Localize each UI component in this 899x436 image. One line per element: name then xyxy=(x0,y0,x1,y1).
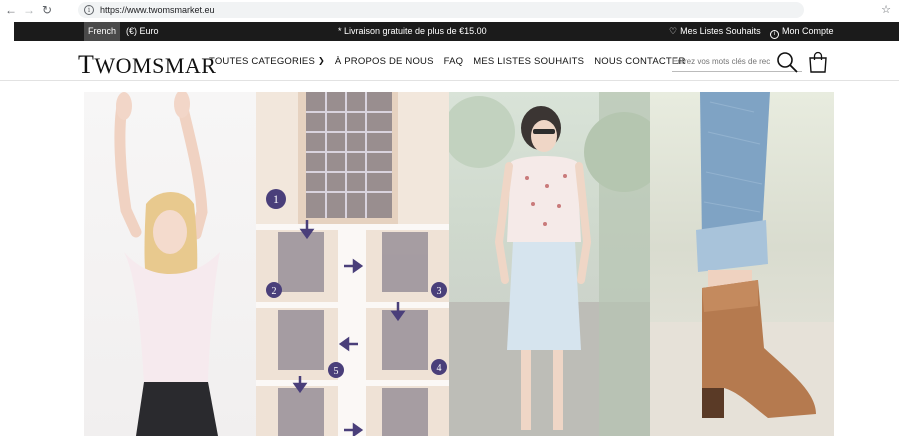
account-icon: i xyxy=(770,30,779,39)
account-link[interactable]: i Mon Compte xyxy=(770,22,834,41)
account-label: Mon Compte xyxy=(782,26,834,36)
step-badge-5: 5 xyxy=(334,366,339,377)
main-navigation: TOUTES CATEGORIES ❯ À PROPOS DE NOUS FAQ … xyxy=(209,41,696,81)
currency-selector[interactable]: (€) Euro xyxy=(126,22,159,41)
hero-image-street-style xyxy=(449,92,650,436)
hero-image-shirt-tutorial: 1 2 3 4 5 xyxy=(256,92,449,436)
language-selector[interactable]: French xyxy=(84,22,121,41)
site-header: TWOMSMAR TOUTES CATEGORIES ❯ À PROPOS DE … xyxy=(0,41,899,81)
wishlist-link[interactable]: ♡ Mes Listes Souhaits xyxy=(669,22,761,41)
nav-all-categories[interactable]: TOUTES CATEGORIES ❯ xyxy=(209,56,325,67)
site-logo[interactable]: TWOMSMAR xyxy=(78,50,216,80)
nav-faq[interactable]: FAQ xyxy=(444,56,464,67)
back-arrow-icon[interactable]: ← xyxy=(2,0,20,20)
heart-icon: ♡ xyxy=(669,26,678,36)
hero-image-woman-arms-raised xyxy=(84,92,256,436)
hero-image-ankle-boot xyxy=(650,92,834,436)
url-text: https://www.twomsmarket.eu xyxy=(100,5,215,15)
nav-wishlists[interactable]: MES LISTES SOUHAITS xyxy=(473,56,584,67)
search-icon[interactable] xyxy=(776,51,798,73)
announcement-bar: French (€) Euro * Livraison gratuite de … xyxy=(14,22,899,41)
step-badge-4: 4 xyxy=(437,363,442,374)
wishlist-label: Mes Listes Souhaits xyxy=(680,26,761,36)
step-badge-3: 3 xyxy=(437,286,442,297)
free-shipping-promo: * Livraison gratuite de plus de €15.00 xyxy=(338,26,487,36)
nav-about-us[interactable]: À PROPOS DE NOUS xyxy=(335,56,434,67)
step-badge-2: 2 xyxy=(272,286,277,297)
step-badge-1: 1 xyxy=(273,192,279,206)
bookmark-star-icon[interactable]: ☆ xyxy=(881,3,891,16)
address-bar[interactable]: i https://www.twomsmarket.eu xyxy=(78,2,804,18)
reload-icon[interactable]: ↻ xyxy=(38,0,56,20)
hero-banner[interactable]: 1 2 3 4 5 xyxy=(84,92,834,436)
shopping-bag-icon[interactable] xyxy=(808,51,828,73)
forward-arrow-icon[interactable]: → xyxy=(20,0,38,20)
chevron-down-icon: ❯ xyxy=(317,55,325,65)
browser-toolbar: ← → ↻ i https://www.twomsmarket.eu ☆ xyxy=(0,0,899,20)
info-icon[interactable]: i xyxy=(84,5,94,15)
